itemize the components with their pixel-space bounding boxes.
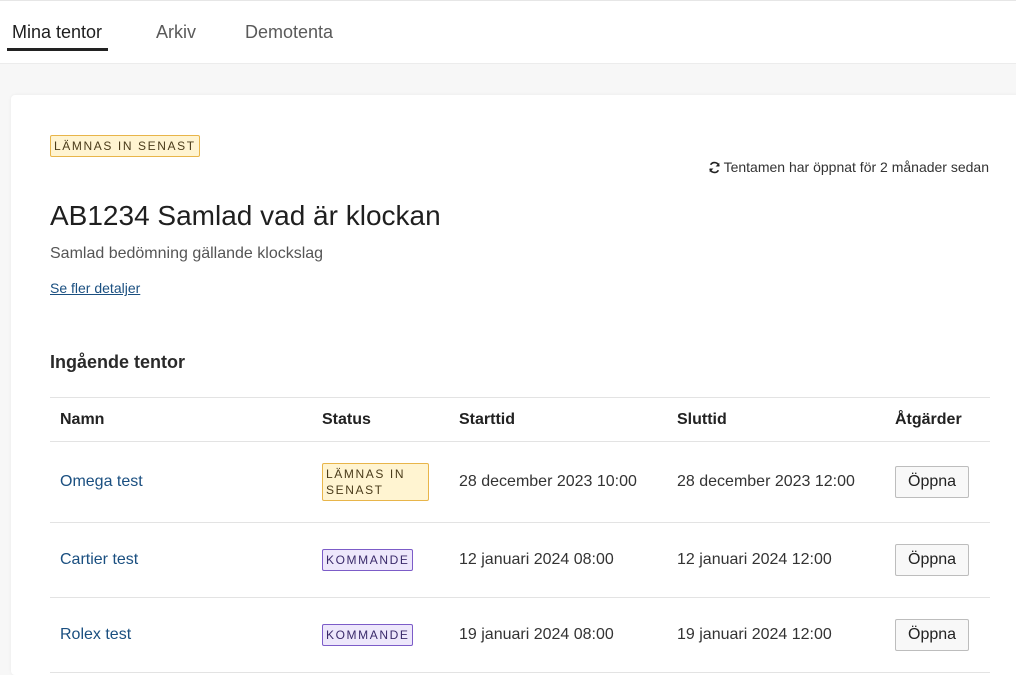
status-badge: KOMMANDE bbox=[322, 549, 414, 571]
exam-card: LÄMNAS IN SENAST Tentamen har öppnat för… bbox=[11, 95, 1016, 675]
header-actions: Åtgärder bbox=[885, 397, 990, 442]
refresh-icon bbox=[708, 161, 720, 173]
status-badge: LÄMNAS IN SENAST bbox=[50, 135, 200, 157]
open-button[interactable]: Öppna bbox=[895, 619, 970, 651]
open-button[interactable]: Öppna bbox=[895, 544, 970, 576]
table-row: Omega test LÄMNAS IN SENAST 28 december … bbox=[50, 441, 990, 523]
opened-text: Tentamen har öppnat för 2 månader sedan bbox=[723, 159, 989, 175]
tab-demotenta[interactable]: Demotenta bbox=[245, 21, 333, 51]
opened-status: Tentamen har öppnat för 2 månader sedan bbox=[708, 159, 989, 175]
exam-name-link[interactable]: Cartier test bbox=[60, 551, 138, 568]
details-link[interactable]: Se fler detaljer bbox=[50, 280, 140, 296]
page-subtitle: Samlad bedömning gällande klockslag bbox=[50, 245, 324, 262]
status-badge: LÄMNAS IN SENAST bbox=[322, 463, 429, 501]
tab-arkiv[interactable]: Arkiv bbox=[156, 21, 196, 51]
page-title: AB1234 Samlad vad är klockan bbox=[50, 200, 441, 231]
header-end: Sluttid bbox=[667, 397, 885, 442]
exam-name-link[interactable]: Rolex test bbox=[60, 626, 131, 643]
section-title: Ingående tentor bbox=[50, 352, 186, 372]
start-time: 12 januari 2024 08:00 bbox=[449, 522, 667, 598]
header-name: Namn bbox=[50, 397, 312, 442]
header-start: Starttid bbox=[449, 397, 667, 442]
end-time: 19 januari 2024 12:00 bbox=[667, 597, 885, 673]
tab-mina-tentor[interactable]: Mina tentor bbox=[6, 21, 109, 51]
table-row: Cartier test KOMMANDE 12 januari 2024 08… bbox=[50, 522, 990, 598]
start-time: 19 januari 2024 08:00 bbox=[449, 597, 667, 673]
top-navigation: Mina tentor Arkiv Demotenta bbox=[0, 0, 1016, 64]
end-time: 12 januari 2024 12:00 bbox=[667, 522, 885, 598]
exam-name-link[interactable]: Omega test bbox=[60, 473, 143, 490]
table-row: Rolex test KOMMANDE 19 januari 2024 08:0… bbox=[50, 597, 990, 673]
exams-table: Namn Status Starttid Sluttid Åtgärder Om… bbox=[50, 397, 990, 673]
status-badge: KOMMANDE bbox=[322, 624, 414, 646]
open-button[interactable]: Öppna bbox=[895, 466, 970, 498]
start-time: 28 december 2023 10:00 bbox=[449, 441, 667, 523]
end-time: 28 december 2023 12:00 bbox=[667, 441, 885, 523]
table-header-row: Namn Status Starttid Sluttid Åtgärder bbox=[50, 397, 990, 442]
header-status: Status bbox=[312, 397, 449, 442]
